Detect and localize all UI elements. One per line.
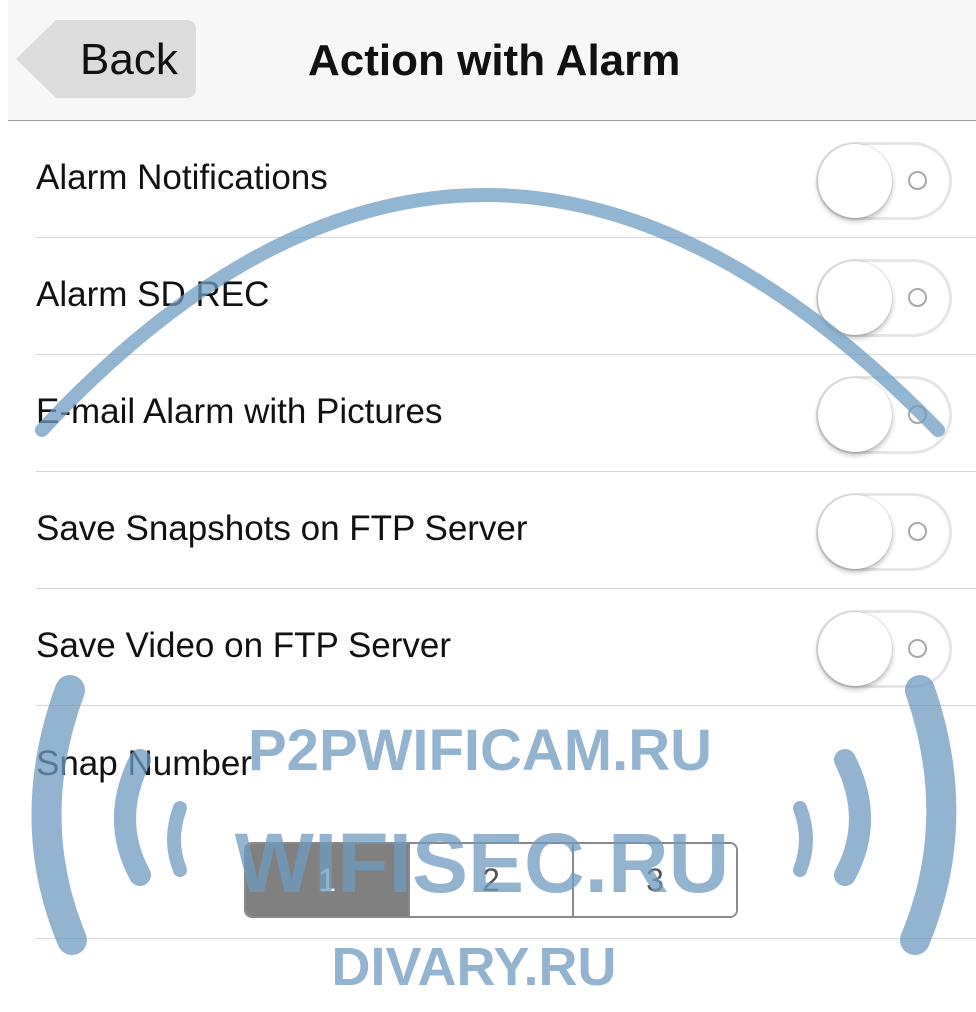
setting-row-ftp-snapshots: Save Snapshots on FTP Server xyxy=(36,471,976,589)
email-alarm-toggle[interactable] xyxy=(816,376,952,454)
alarm-notifications-toggle[interactable] xyxy=(816,142,952,220)
back-button[interactable]: Back xyxy=(16,20,196,98)
watermark-text-3: DIVARY.RU xyxy=(331,937,616,997)
toggle-off-indicator-icon xyxy=(908,288,927,307)
action-with-alarm-screen: Back Action with Alarm Alarm Notificatio… xyxy=(0,0,976,1012)
toggle-off-indicator-icon xyxy=(908,405,927,424)
toggle-knob xyxy=(818,378,892,452)
setting-row-email-alarm: E-mail Alarm with Pictures xyxy=(36,354,976,472)
setting-label: Alarm SD REC xyxy=(36,275,270,314)
toggle-off-indicator-icon xyxy=(908,639,927,658)
toggle-off-indicator-icon xyxy=(908,171,927,190)
alarm-sd-rec-toggle[interactable] xyxy=(816,259,952,337)
navigation-bar: Back Action with Alarm xyxy=(8,0,976,121)
page-title: Action with Alarm xyxy=(308,36,681,85)
snap-number-option-1[interactable]: 1 xyxy=(246,844,408,916)
ftp-snapshots-toggle[interactable] xyxy=(816,493,952,571)
snap-number-label: Snap Number xyxy=(36,744,252,783)
toggle-knob xyxy=(818,612,892,686)
setting-label: E-mail Alarm with Pictures xyxy=(36,392,443,431)
snap-number-section: Snap Number 1 2 3 xyxy=(36,704,976,939)
back-button-label: Back xyxy=(80,35,178,84)
setting-row-ftp-video: Save Video on FTP Server xyxy=(36,588,976,706)
setting-label: Save Video on FTP Server xyxy=(36,626,452,665)
toggle-off-indicator-icon xyxy=(908,522,927,541)
setting-label: Save Snapshots on FTP Server xyxy=(36,509,528,548)
toggle-knob xyxy=(818,261,892,335)
toggle-knob xyxy=(818,495,892,569)
setting-row-alarm-sd-rec: Alarm SD REC xyxy=(36,237,976,355)
setting-row-alarm-notifications: Alarm Notifications xyxy=(36,120,976,238)
toggle-knob xyxy=(818,144,892,218)
snap-number-option-3[interactable]: 3 xyxy=(572,844,736,916)
setting-label: Alarm Notifications xyxy=(36,158,328,197)
snap-number-segmented-control: 1 2 3 xyxy=(244,842,738,918)
ftp-video-toggle[interactable] xyxy=(816,610,952,688)
snap-number-option-2[interactable]: 2 xyxy=(408,844,572,916)
